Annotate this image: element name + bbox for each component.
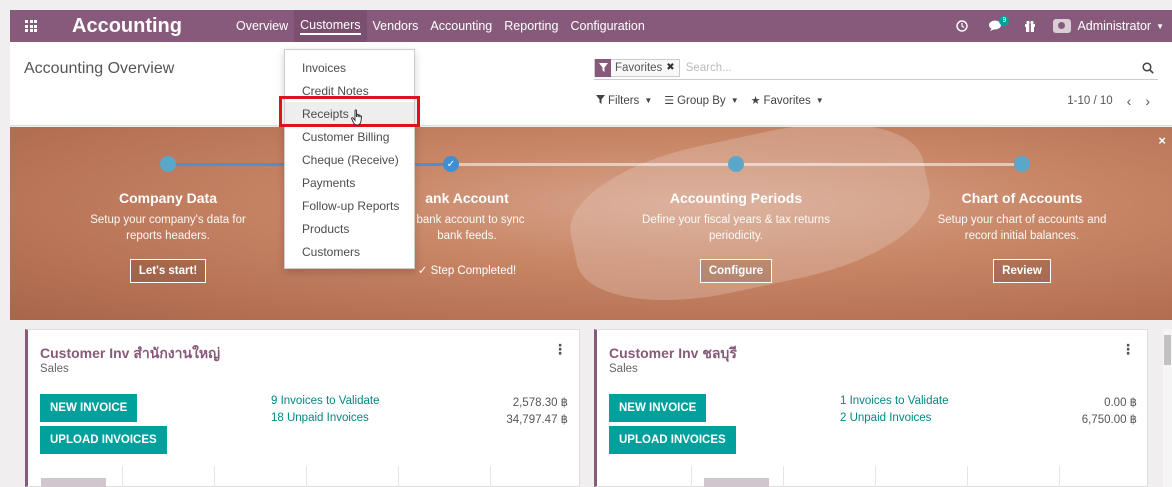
hand-cursor-icon	[351, 109, 362, 126]
groupby-button[interactable]: ☰ Group By ▼	[664, 94, 739, 108]
step-chart-of-accounts: Chart of Accounts Setup your chart of ac…	[907, 190, 1137, 283]
app-brand[interactable]: Accounting	[72, 15, 182, 38]
journal-graph	[597, 466, 1147, 487]
pager-value[interactable]: 1-10 / 10	[1067, 95, 1112, 107]
caret-down-icon: ▼	[815, 96, 824, 105]
configure-button[interactable]: Configure	[699, 259, 773, 283]
upload-invoices-button[interactable]: UPLOAD INVOICES	[609, 426, 736, 454]
filter-icon	[595, 58, 611, 77]
user-name: Administrator	[1077, 19, 1152, 33]
step-company-data: Company Data Setup your company's data f…	[53, 190, 283, 283]
apps-menu-icon[interactable]	[10, 10, 52, 42]
unpaid-invoices-link[interactable]: 2 Unpaid Invoices	[840, 412, 931, 424]
filter-icon	[596, 94, 605, 107]
menu-reporting[interactable]: Reporting	[498, 10, 564, 42]
main-menu: Overview Customers Vendors Accounting Re…	[230, 10, 651, 42]
review-button[interactable]: Review	[993, 259, 1051, 283]
scrollbar[interactable]	[1163, 329, 1172, 487]
menu-item-payments[interactable]: Payments	[285, 171, 414, 194]
menu-vendors[interactable]: Vendors	[367, 10, 425, 42]
check-icon: ✓	[443, 156, 459, 172]
invoices-to-validate-link[interactable]: 9 Invoices to Validate	[271, 395, 379, 407]
invoices-to-validate-amount: 2,578.30 ฿	[512, 397, 568, 409]
lets-start-button[interactable]: Let's start!	[129, 259, 207, 283]
new-invoice-button[interactable]: NEW INVOICE	[40, 394, 138, 422]
facet-remove-icon[interactable]: ✖	[666, 62, 678, 73]
chevron-down-icon: ▼	[1156, 21, 1164, 31]
journal-card: Customer Inv ชลบุรี Sales ⋮ NEW INVOICE …	[594, 329, 1148, 487]
search-input[interactable]	[685, 61, 1138, 74]
step-completed-label: ✓ Step Completed!	[417, 265, 517, 277]
step-accounting-periods: Accounting Periods Define your fiscal ye…	[621, 190, 851, 283]
kebab-icon[interactable]: ⋮	[1121, 341, 1135, 358]
close-icon[interactable]: ×	[1158, 133, 1166, 148]
journal-type: Sales	[40, 363, 69, 375]
kebab-icon[interactable]: ⋮	[553, 341, 567, 358]
invoices-to-validate-link[interactable]: 1 Invoices to Validate	[840, 395, 948, 407]
receipts-highlight-box	[279, 96, 420, 127]
pager: 1-10 / 10 ‹ ›	[1067, 93, 1150, 109]
user-avatar-icon	[1053, 19, 1072, 33]
upload-invoices-button[interactable]: UPLOAD INVOICES	[40, 426, 167, 454]
customers-dropdown: Invoices Credit Notes Receipts Customer …	[284, 49, 415, 269]
menu-item-invoices[interactable]: Invoices	[285, 56, 414, 79]
search-bar: Favorites ✖	[594, 56, 1158, 80]
unpaid-invoices-amount: 6,750.00 ฿	[1081, 414, 1137, 426]
star-icon: ★	[750, 95, 761, 107]
onboarding-banner: × ✓ Company Data Setup your company's da…	[10, 127, 1172, 320]
menu-item-cheque-receive[interactable]: Cheque (Receive)	[285, 148, 414, 171]
menu-customers[interactable]: Customers	[294, 10, 367, 42]
clock-icon[interactable]	[945, 10, 979, 42]
step-dot	[728, 156, 744, 172]
menu-item-products[interactable]: Products	[285, 217, 414, 240]
chat-icon[interactable]: 9	[979, 10, 1013, 42]
journal-title[interactable]: Customer Inv ชลบุรี	[609, 343, 737, 365]
unpaid-invoices-link[interactable]: 18 Unpaid Invoices	[271, 412, 369, 424]
step-dot	[160, 156, 176, 172]
invoices-to-validate-amount: 0.00 ฿	[1104, 397, 1137, 409]
menu-item-follow-up-reports[interactable]: Follow-up Reports	[285, 194, 414, 217]
journal-graph	[28, 466, 579, 487]
page-title: Accounting Overview	[24, 60, 175, 77]
gift-icon[interactable]	[1013, 10, 1047, 42]
user-menu[interactable]: Administrator ▼	[1047, 19, 1172, 33]
messages-badge: 9	[999, 16, 1010, 26]
control-panel: Accounting Overview Favorites ✖ Filters …	[10, 42, 1172, 126]
favorites-button[interactable]: ★ Favorites ▼	[750, 94, 824, 108]
journal-type: Sales	[609, 363, 638, 375]
step-dot	[1014, 156, 1030, 172]
filters-button[interactable]: Filters ▼	[596, 94, 652, 107]
menu-accounting[interactable]: Accounting	[424, 10, 498, 42]
search-icon[interactable]	[1138, 58, 1158, 78]
menu-configuration[interactable]: Configuration	[564, 10, 650, 42]
journal-card: Customer Inv สำนักงานใหญ่ Sales ⋮ NEW IN…	[25, 329, 580, 487]
list-icon: ☰	[664, 95, 675, 107]
new-invoice-button[interactable]: NEW INVOICE	[609, 394, 707, 422]
chevron-left-icon[interactable]: ‹	[1127, 93, 1132, 109]
journal-title[interactable]: Customer Inv สำนักงานใหญ่	[40, 343, 220, 365]
menu-item-customer-billing[interactable]: Customer Billing	[285, 125, 414, 148]
caret-down-icon: ▼	[644, 96, 653, 105]
top-navbar: Accounting Overview Customers Vendors Ac…	[10, 10, 1172, 42]
caret-down-icon: ▼	[730, 96, 739, 105]
menu-overview[interactable]: Overview	[230, 10, 294, 42]
search-facet: Favorites ✖	[594, 58, 680, 77]
menu-item-customers[interactable]: Customers	[285, 240, 414, 263]
chevron-right-icon[interactable]: ›	[1145, 93, 1150, 109]
unpaid-invoices-amount: 34,797.47 ฿	[506, 414, 568, 426]
